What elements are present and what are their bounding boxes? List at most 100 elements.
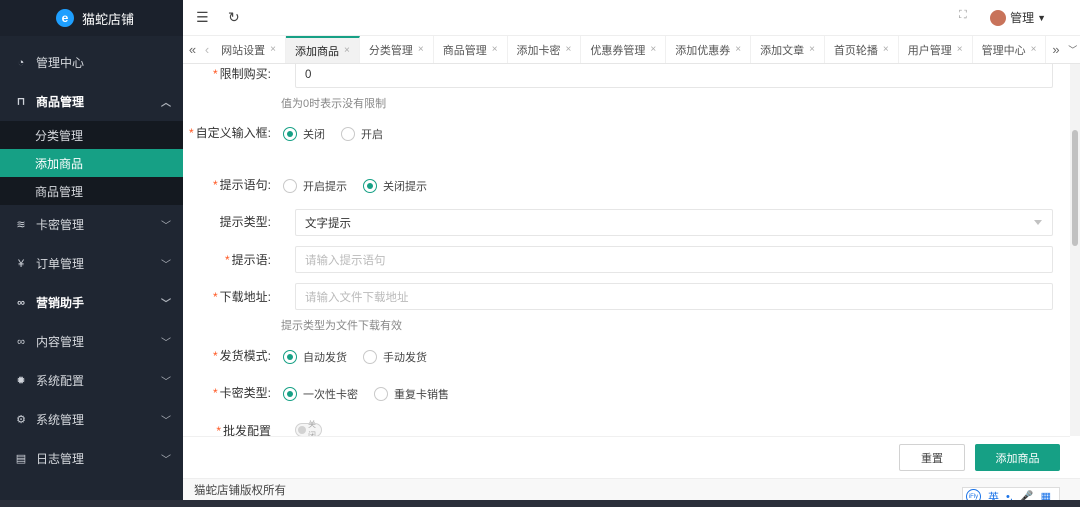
form-label: * 批发配置	[216, 424, 271, 436]
dashboard-icon: ◔	[17, 56, 25, 69]
add-product-button[interactable]: 添加商品	[975, 444, 1060, 471]
close-icon[interactable]: ×	[883, 44, 889, 55]
close-icon[interactable]: ×	[492, 44, 498, 55]
tip-type-select[interactable]: 文字提示	[295, 209, 1053, 236]
radio-manual-ship[interactable]: 手动发货	[363, 349, 427, 365]
infinity-icon: ∞	[17, 335, 25, 348]
tab-label: 用户管理	[907, 44, 952, 57]
tab-categories[interactable]: 分类管理 ×	[360, 36, 434, 63]
tabs-menu-icon[interactable]: ﹀	[1065, 36, 1080, 63]
form-label: * 提示语句:	[212, 178, 271, 192]
gear-icon: ⚙	[16, 414, 26, 426]
tabs-scroll-left-icon[interactable]: «	[183, 36, 202, 63]
scrollbar-thumb[interactable]	[1072, 130, 1078, 246]
tab-coupons[interactable]: 优惠券管理 ×	[581, 36, 667, 63]
tab-label: 添加卡密	[516, 44, 561, 57]
tabs-prev-icon[interactable]: ‹	[202, 36, 212, 63]
radio-group: 自动发货 手动发货	[283, 349, 443, 365]
tab-dashboard[interactable]: 管理中心 ×	[973, 36, 1047, 63]
radio-group: 开启提示 关闭提示	[283, 178, 443, 194]
sidebar-item-sys-config[interactable]: ✹ 系统配置 ﹀	[0, 361, 183, 400]
close-icon[interactable]: ×	[344, 45, 350, 56]
tab-label: 添加商品	[295, 45, 340, 58]
sidebar-subitem-product-manage[interactable]: 商品管理	[0, 177, 183, 205]
scrollbar[interactable]	[1070, 64, 1080, 436]
radio-tip-off[interactable]: 关闭提示	[363, 178, 427, 194]
form-hint: 值为0时表示没有限制	[281, 98, 387, 110]
yen-icon: ¥	[17, 257, 25, 270]
menu-collapse-icon[interactable]: ☰	[196, 9, 209, 26]
tab-site-settings[interactable]: 网站设置 ×	[212, 36, 287, 63]
close-icon[interactable]: ×	[1031, 44, 1037, 55]
taskbar-edge	[0, 500, 1080, 507]
fullscreen-icon[interactable]: ⛶	[959, 9, 967, 22]
close-icon[interactable]: ×	[735, 44, 741, 55]
sidebar-item-content[interactable]: ∞ 内容管理 ﹀	[0, 322, 183, 361]
limit-input[interactable]: 0	[295, 64, 1053, 88]
radio-auto-ship[interactable]: 自动发货	[283, 349, 347, 365]
sidebar-item-label: 管理中心	[36, 56, 85, 70]
sidebar-item-marketing[interactable]: ∞ 营销助手 ﹀	[0, 283, 183, 322]
sidebar-item-logs[interactable]: ▤ 日志管理 ﹀	[0, 439, 183, 478]
batch-switch[interactable]: 关闭	[295, 420, 322, 436]
radio-group: 一次性卡密 重复卡销售	[283, 386, 465, 402]
radio-group: 关闭 开启	[283, 126, 399, 142]
sidebar-item-sys-manage[interactable]: ⚙ 系统管理 ﹀	[0, 400, 183, 439]
radio-repeat[interactable]: 重复卡销售	[374, 386, 449, 402]
refresh-icon[interactable]: ↻	[228, 9, 240, 26]
radio-on[interactable]: 开启	[341, 126, 383, 142]
close-icon[interactable]: ×	[418, 44, 424, 55]
close-icon[interactable]: ×	[809, 44, 815, 55]
reset-button[interactable]: 重置	[899, 444, 965, 471]
form-hint: 提示类型为文件下载有效	[281, 320, 402, 332]
action-bar: 重置 添加商品	[183, 436, 1070, 478]
sidebar-item-dashboard[interactable]: ◔ 管理中心	[0, 43, 183, 82]
radio-one-time[interactable]: 一次性卡密	[283, 386, 358, 402]
chevron-down-icon: ﹀	[161, 455, 171, 466]
close-icon[interactable]: ×	[957, 44, 963, 55]
form-area: * 限制购买: 0 值为0时表示没有限制 * 自定义输入框: 关闭 开启 * 提示语句…	[183, 64, 1070, 436]
user-menu[interactable]: 管理 ▼	[990, 9, 1046, 26]
form-label: * 下载地址:	[212, 290, 271, 304]
radio-tip-on[interactable]: 开启提示	[283, 178, 347, 194]
form-label: * 发货模式:	[212, 349, 271, 363]
tab-carousel[interactable]: 首页轮播 ×	[825, 36, 899, 63]
tab-bar: « ‹ 网站设置 × 添加商品 × 分类管理 × 商品管理 × 添加卡密 × 优惠券管理 ×…	[183, 36, 1080, 64]
tab-label: 添加文章	[760, 44, 805, 57]
sidebar-subitem-add-product[interactable]: 添加商品	[0, 149, 183, 177]
tab-add-article[interactable]: 添加文章 ×	[751, 36, 825, 63]
brand-name: 猫蛇店铺	[82, 11, 135, 27]
tab-label: 优惠券管理	[590, 44, 646, 57]
sidebar-item-label: 系统管理	[36, 413, 85, 427]
radio-off[interactable]: 关闭	[283, 126, 325, 142]
tabs-scroll-right-icon[interactable]: »	[1046, 36, 1065, 63]
tab-add-product[interactable]: 添加商品 ×	[286, 36, 360, 63]
sidebar-item-products[interactable]: ⊓ 商品管理 ︿	[0, 82, 183, 121]
sidebar-item-label: 订单管理	[36, 257, 85, 271]
sidebar-item-label: 系统配置	[36, 374, 85, 388]
tip-text-input[interactable]: 请输入提示语句	[295, 246, 1053, 273]
tab-users[interactable]: 用户管理 ×	[899, 36, 973, 63]
copyright: 猫蛇店铺版权所有	[183, 478, 1080, 500]
avatar	[990, 9, 1007, 26]
sidebar-item-label: 日志管理	[36, 452, 85, 466]
brand[interactable]: e 猫蛇店铺	[0, 0, 183, 36]
caret-down-icon: ▼	[1037, 12, 1046, 23]
tab-add-coupon[interactable]: 添加优惠券 ×	[666, 36, 752, 63]
infinity-icon: ∞	[17, 296, 25, 309]
close-icon[interactable]: ×	[270, 44, 276, 55]
chevron-down-icon: ﹀	[161, 416, 171, 427]
form-label: * 限制购买:	[212, 67, 271, 81]
close-icon[interactable]: ×	[566, 44, 572, 55]
download-input[interactable]: 请输入文件下载地址	[295, 283, 1053, 310]
sidebar-item-cards[interactable]: ≋ 卡密管理 ﹀	[0, 205, 183, 244]
sidebar-subitem-categories[interactable]: 分类管理	[0, 121, 183, 149]
chevron-down-icon: ﹀	[161, 260, 171, 271]
user-name: 管理	[1010, 11, 1035, 25]
chevron-up-icon: ︿	[161, 98, 171, 109]
close-icon[interactable]: ×	[650, 44, 656, 55]
sidebar-item-orders[interactable]: ¥ 订单管理 ﹀	[0, 244, 183, 283]
tab-add-card[interactable]: 添加卡密 ×	[508, 36, 582, 63]
tab-products[interactable]: 商品管理 ×	[434, 36, 508, 63]
sidebar-nav: ◔ 管理中心 ⊓ 商品管理 ︿ 分类管理 添加商品 商品管理 ≋ 卡密管理 ﹀ …	[0, 43, 183, 478]
